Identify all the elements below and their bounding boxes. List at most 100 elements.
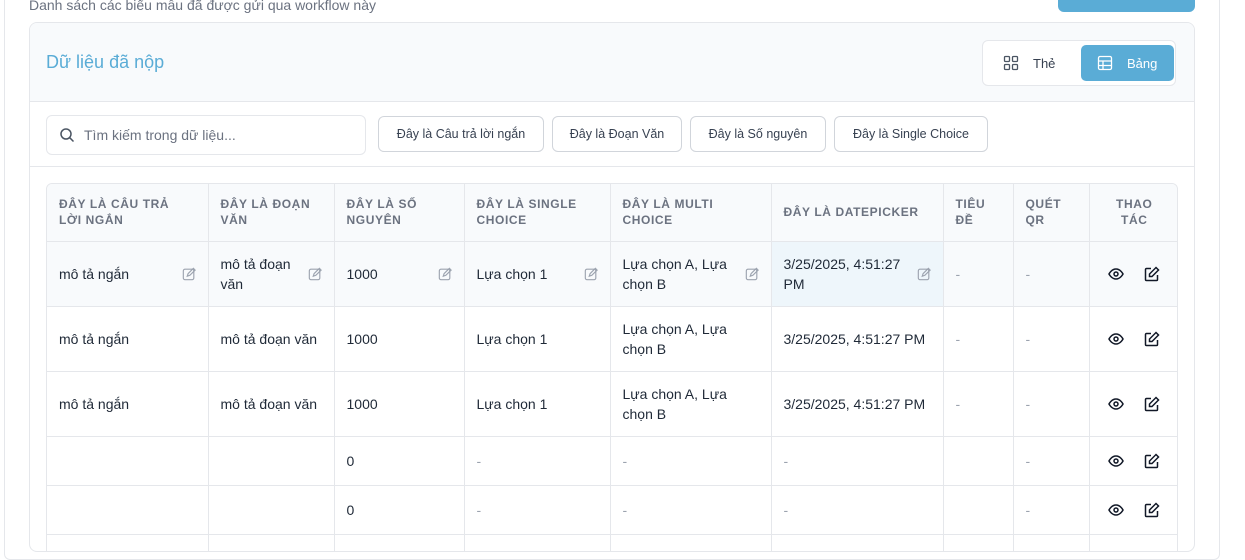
table-cell: - [1013,306,1090,372]
edit-icon[interactable] [1144,330,1160,347]
edit-cell-icon[interactable] [584,267,598,281]
table-cell [334,534,465,551]
table-cell[interactable]: 1000 [334,241,465,307]
eye-icon[interactable] [1108,453,1125,469]
table-cell: Lựa chọn 1 [464,306,611,372]
table-cell: 1000 [334,306,465,372]
search-input[interactable] [84,127,354,143]
search-box [46,115,366,155]
table-row[interactable]: mô tả ngắn mô tả đoạn văn 1000 Lựa chọn … [47,241,1177,307]
view-cards-label: Thẻ [1033,55,1056,71]
table-row[interactable]: mô tả ngắn mô tả đoạn văn 1000 Lựa chọn … [47,306,1177,372]
eye-icon[interactable] [1108,266,1125,282]
table-cell: - [771,485,944,535]
table-cell: mô tả đoạn văn [208,371,335,437]
column-header[interactable]: Quét QR [1013,184,1090,242]
table-cell [943,485,1014,535]
search-icon [60,128,75,143]
grid-icon [1003,55,1019,71]
edit-icon[interactable] [1144,452,1160,469]
table-cell: - [1013,436,1090,486]
column-header-actions: Thao tác [1089,184,1177,242]
table-cell: mô tả đoạn văn [208,306,335,372]
table-row[interactable] [47,534,1177,551]
table-cell[interactable]: Lựa chọn A, Lựa chọn B [610,241,772,307]
table-cell [208,485,335,535]
submitted-data-card: Dữ liệu đã nộp Thẻ Bảng Tìm kiếm trong d… [29,22,1195,552]
actions-cell [1089,534,1177,551]
card-header: Dữ liệu đã nộp Thẻ Bảng [30,23,1194,102]
table-cell: - [610,436,772,486]
table-cell: - [771,436,944,486]
column-header[interactable]: Đây là Câu trả lời ngắn [47,184,209,242]
table-cell[interactable]: Lựa chọn 1 [464,241,611,307]
view-table-button[interactable]: Bảng [1081,45,1174,81]
table-row[interactable]: 0 - - - - [47,436,1177,486]
column-header[interactable]: Đây là Single Choice [464,184,611,242]
actions-cell [1089,371,1177,437]
table-cell: mô tả ngắn [47,306,209,372]
table-row[interactable]: mô tả ngắn mô tả đoạn văn 1000 Lựa chọn … [47,371,1177,437]
edit-cell-icon[interactable] [438,267,452,281]
actions-cell [1089,241,1177,307]
eye-icon[interactable] [1108,396,1125,412]
table-cell: 0 [334,485,465,535]
table-cell: mô tả ngắn [47,371,209,437]
table-cell: 1000 [334,371,465,437]
table-cell [208,436,335,486]
table-cell [47,436,209,486]
edit-cell-icon[interactable] [917,267,931,281]
column-header[interactable]: Đây là Số nguyên [334,184,465,242]
column-header[interactable]: Đây là Datepicker [771,184,944,242]
card-title: Dữ liệu đã nộp [46,52,165,72]
eye-icon[interactable] [1108,331,1125,347]
table-cell [47,534,209,551]
table-cell[interactable]: mô tả ngắn [47,241,209,307]
table-cell: - [1013,241,1090,307]
table-header-row: Đây là Câu trả lời ngắn Đây là Đoạn văn … [47,184,1177,242]
view-cards-button[interactable]: Thẻ [989,45,1077,81]
actions-cell [1089,436,1177,486]
filter-chip-integer[interactable]: Đây là Số nguyên [690,116,826,152]
edit-icon[interactable] [1144,395,1160,412]
view-toggle: Thẻ Bảng [982,40,1176,86]
filter-bar: Đây là Câu trả lời ngắn Đây là Đoạn Văn … [30,102,1194,167]
edit-icon[interactable] [1144,265,1160,282]
table-cell: - [464,436,611,486]
column-header[interactable]: Đây là Đoạn văn [208,184,335,242]
column-header[interactable]: Đây là Multi Choice [610,184,772,242]
table-cell: - [943,241,1014,307]
column-header[interactable]: Tiêu đề [943,184,1014,242]
filter-chip-single-choice[interactable]: Đây là Single Choice [834,116,988,152]
actions-cell [1089,485,1177,535]
table-cell: - [464,485,611,535]
edit-cell-icon[interactable] [745,267,759,281]
top-action-button[interactable] [1058,0,1195,12]
table-row[interactable]: 0 - - - - [47,485,1177,535]
table-icon [1097,55,1113,71]
table-cell [208,534,335,551]
table-cell: - [943,306,1014,372]
table-cell [47,485,209,535]
table-cell: - [1013,371,1090,437]
filter-chip-short-answer[interactable]: Đây là Câu trả lời ngắn [378,116,544,152]
page-subtitle: Danh sách các biểu mẫu đã được gửi qua w… [29,0,376,13]
table-cell: - [610,485,772,535]
table-cell [610,534,772,551]
edit-cell-icon[interactable] [182,267,196,281]
edit-icon[interactable] [1144,501,1160,518]
table-cell-active[interactable]: 3/25/2025, 4:51:27 PM [771,241,944,307]
table-cell: - [943,371,1014,437]
edit-cell-icon[interactable] [308,267,322,281]
table-cell [464,534,611,551]
table-cell[interactable]: mô tả đoạn văn [208,241,335,307]
view-table-label: Bảng [1127,55,1158,71]
table-cell [943,534,1014,551]
table-cell: 0 [334,436,465,486]
table-cell: Lựa chọn A, Lựa chọn B [610,306,772,372]
table-cell: Lựa chọn A, Lựa chọn B [610,371,772,437]
eye-icon[interactable] [1108,502,1125,518]
data-table: Đây là Câu trả lời ngắn Đây là Đoạn văn … [46,183,1178,551]
table-cell: 3/25/2025, 4:51:27 PM [771,306,944,372]
filter-chip-paragraph[interactable]: Đây là Đoạn Văn [552,116,682,152]
